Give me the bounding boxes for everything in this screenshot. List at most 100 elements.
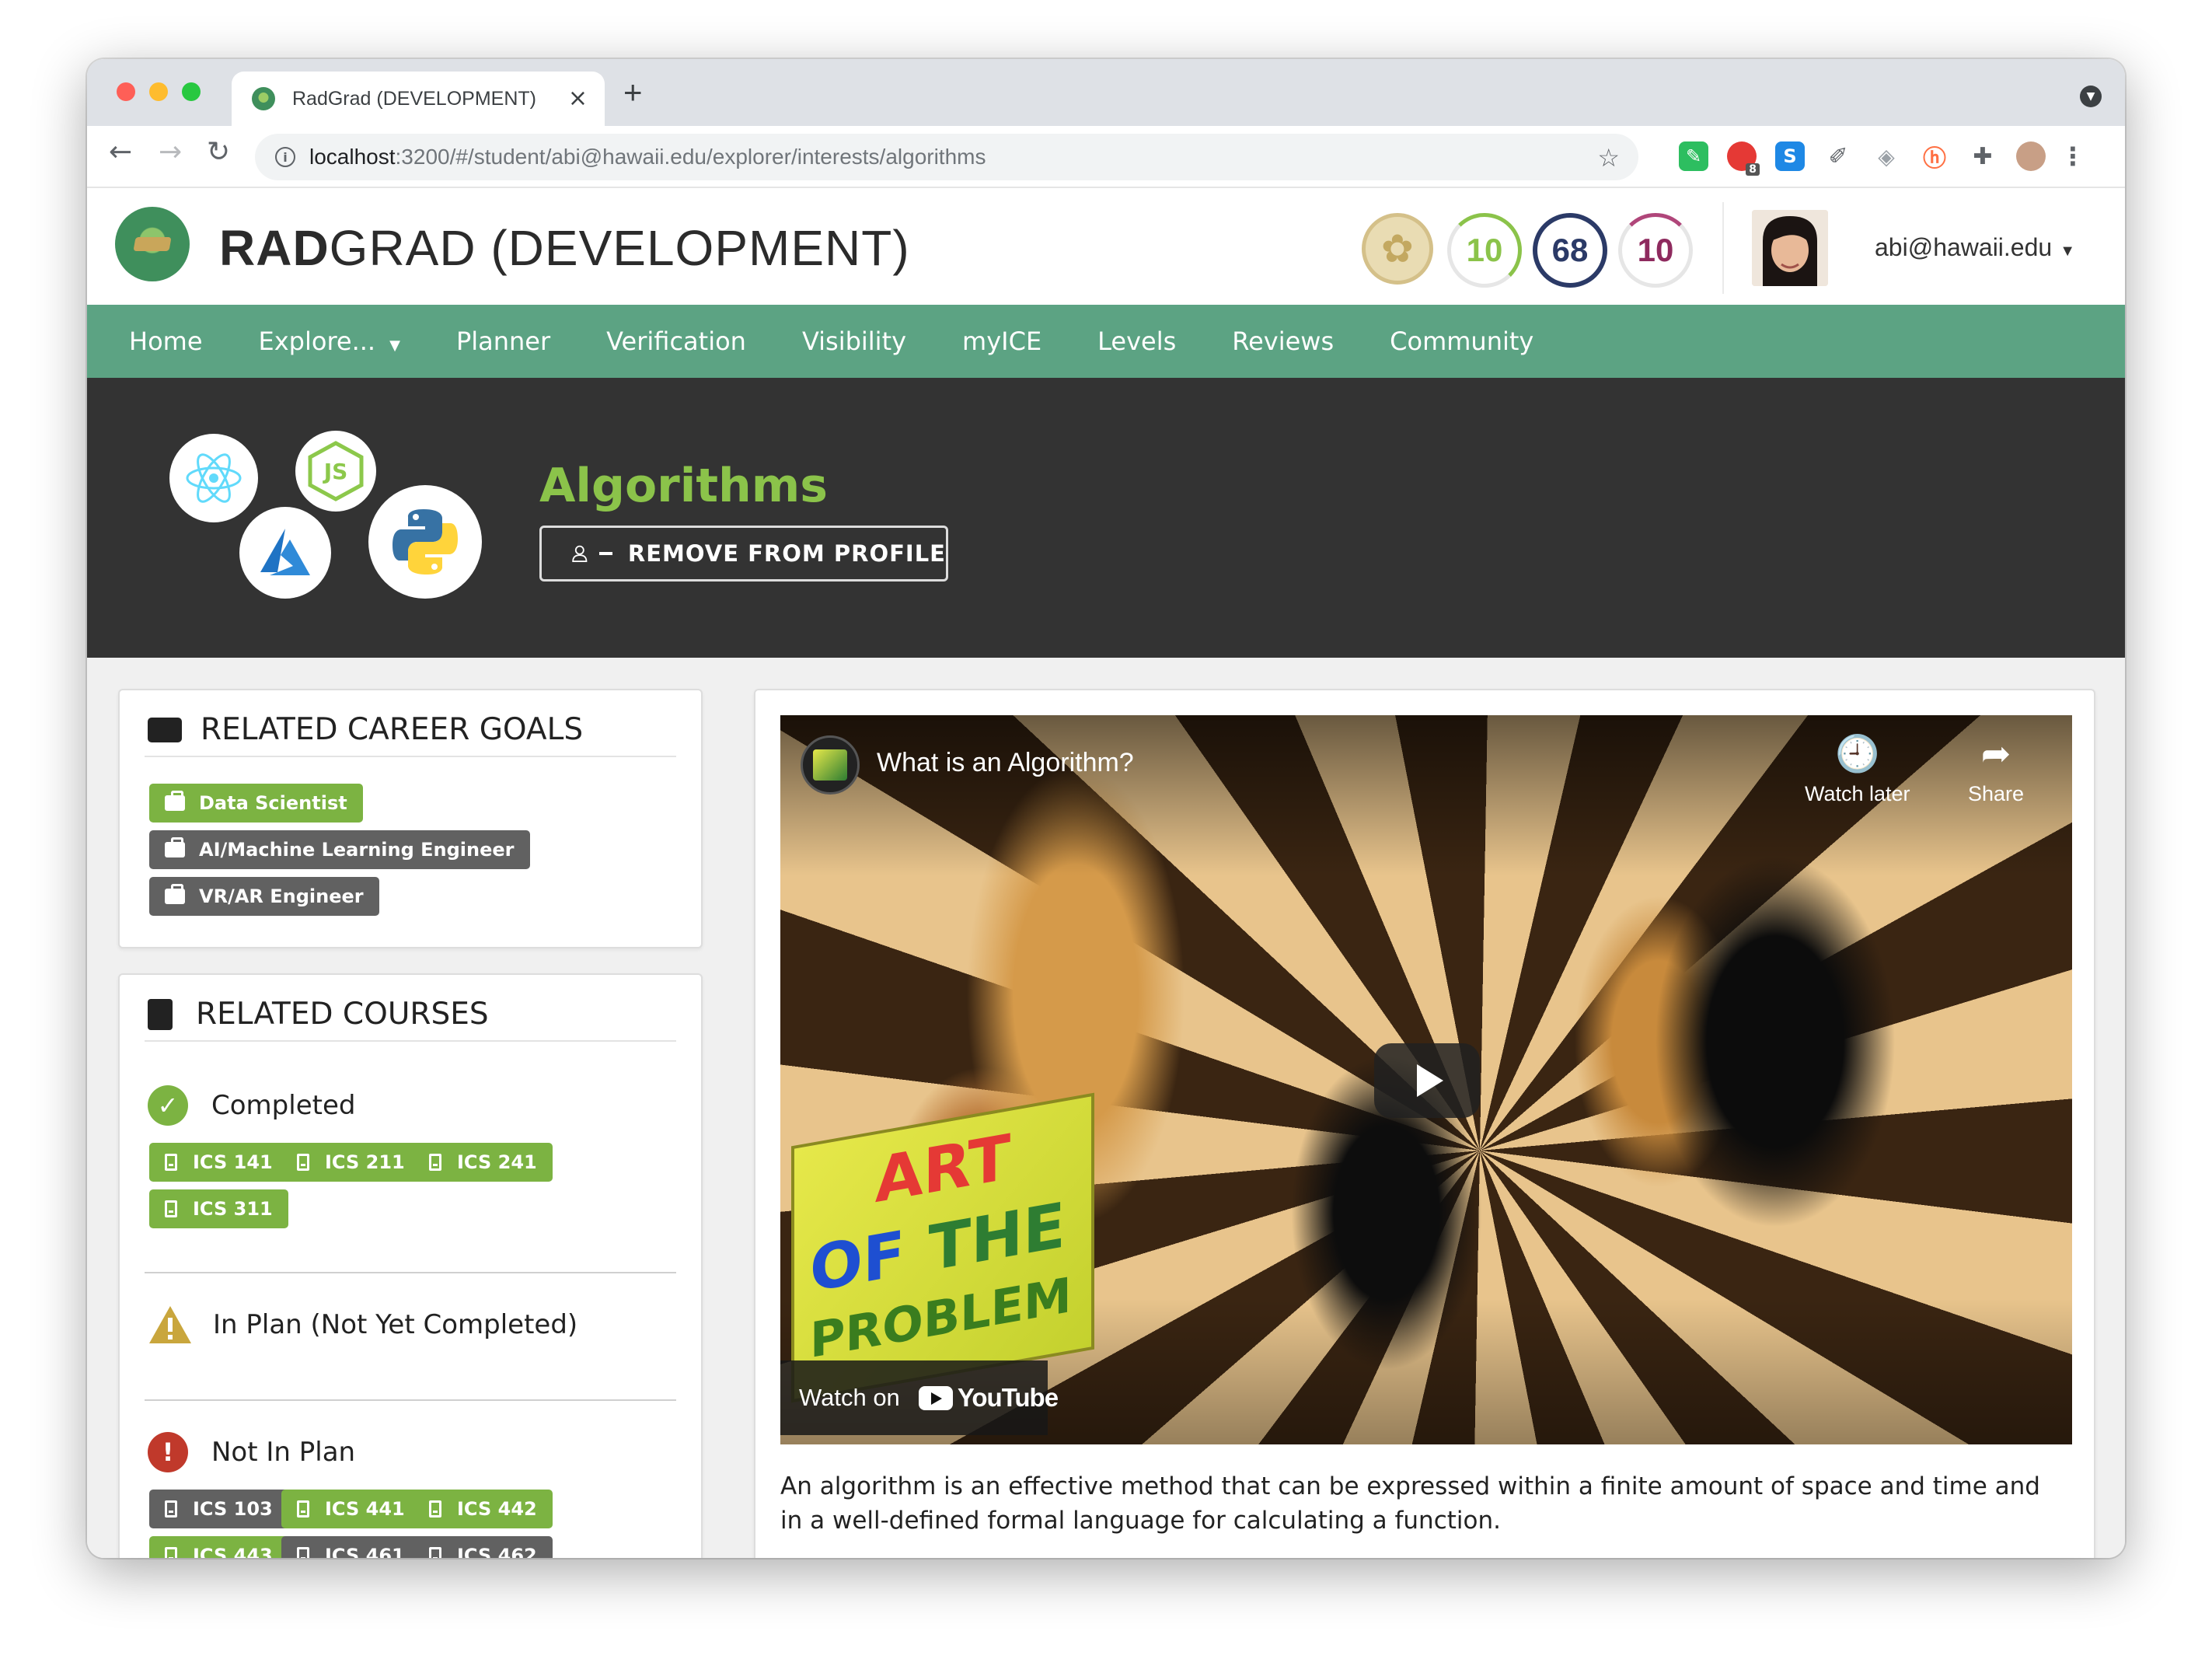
nav-reviews[interactable]: Reviews xyxy=(1232,327,1334,356)
innovation-score-value: 10 xyxy=(1466,232,1503,268)
grad-cap-icon xyxy=(133,237,172,251)
share-button[interactable]: ➦ Share xyxy=(1968,735,2024,806)
nodejs-icon: JS xyxy=(295,431,376,512)
minus-icon xyxy=(598,552,612,555)
content-area: RELATED CAREER GOALS Data Scientist AI/M… xyxy=(87,658,2125,1558)
course-label[interactable]: ICS 442 xyxy=(413,1490,553,1528)
main-nav: Home Explore... ▼ Planner Verification Vi… xyxy=(87,305,2125,378)
tab-search-icon[interactable]: ▼ xyxy=(2080,86,2102,107)
course-label[interactable]: ICS 311 xyxy=(149,1189,288,1228)
reload-icon[interactable]: ↻ xyxy=(207,138,230,166)
course-label[interactable]: ICS 443 xyxy=(149,1536,288,1558)
interest-title: Algorithms xyxy=(539,459,828,513)
radgrad-logo[interactable] xyxy=(115,207,190,281)
competency-score[interactable]: 68 xyxy=(1533,213,1607,288)
course-label[interactable]: ICS 103 xyxy=(149,1490,288,1528)
innovation-score[interactable]: 10 xyxy=(1447,213,1522,288)
youtube-play-icon xyxy=(918,1385,953,1410)
in-plan-label: In Plan (Not Yet Completed) xyxy=(213,1309,578,1340)
interest-banner: JS Algorithms REMOVE FROM PROFILE xyxy=(87,378,2125,658)
app-header: RADGRAD (DEVELOPMENT) ✿ 10 68 10 abi@haw… xyxy=(87,188,2125,305)
nav-visibility[interactable]: Visibility xyxy=(802,327,906,356)
course-label[interactable]: ICS 441 xyxy=(281,1490,420,1528)
career-goal-text: VR/AR Engineer xyxy=(199,885,364,907)
career-goal-label[interactable]: Data Scientist xyxy=(149,784,363,823)
python-icon xyxy=(368,485,482,599)
course-text: ICS 103 xyxy=(193,1498,273,1520)
eyedropper-icon[interactable]: ✐ xyxy=(1823,141,1853,171)
dropdown-caret-icon: ▼ xyxy=(389,337,400,354)
course-text: ICS 311 xyxy=(193,1198,273,1220)
not-in-plan-status: ! Not In Plan xyxy=(148,1432,355,1472)
nav-planner[interactable]: Planner xyxy=(456,327,550,356)
course-label[interactable]: ICS 461 xyxy=(281,1536,420,1558)
youtube-video-player[interactable]: ART OF THE PROBLEM What is an Algorithm?… xyxy=(780,715,2072,1444)
career-goal-text: AI/Machine Learning Engineer xyxy=(199,839,515,861)
zoom-window-button[interactable] xyxy=(182,82,201,101)
nav-myice[interactable]: myICE xyxy=(962,327,1041,356)
azure-icon xyxy=(239,507,331,599)
user-avatar[interactable] xyxy=(1752,210,1828,286)
course-text: ICS 141 xyxy=(193,1151,273,1173)
app-title: RADGRAD (DEVELOPMENT) xyxy=(219,219,910,277)
clock-icon: 🕘 xyxy=(1835,733,1880,774)
channel-avatar[interactable] xyxy=(801,735,860,795)
favicon-icon xyxy=(252,87,275,110)
evernote-icon[interactable]: ✎ xyxy=(1679,141,1708,171)
watch-on-youtube-button[interactable]: Watch on YouTube xyxy=(780,1360,1059,1435)
extension-badge-icon[interactable]: 8 xyxy=(1727,141,1760,176)
career-goal-label[interactable]: AI/Machine Learning Engineer xyxy=(149,830,530,869)
course-text: ICS 441 xyxy=(325,1498,405,1520)
back-icon[interactable]: ← xyxy=(109,138,132,166)
youtube-logo: YouTube xyxy=(918,1383,1059,1413)
url-path: :3200/#/student/abi@hawaii.edu/explorer/… xyxy=(395,145,986,169)
extensions-puzzle-icon[interactable]: ✚ xyxy=(1968,141,1997,171)
dropbox-icon[interactable]: ◈ xyxy=(1872,141,1901,171)
interest-description: An algorithm is an effective method that… xyxy=(780,1472,2040,1535)
bookmark-star-icon[interactable]: ☆ xyxy=(1597,143,1620,173)
address-bar[interactable]: i localhost:3200/#/student/abi@hawaii.ed… xyxy=(255,134,1638,180)
course-text: ICS 461 xyxy=(325,1545,405,1558)
new-tab-button[interactable]: + xyxy=(623,76,643,109)
nav-home[interactable]: Home xyxy=(129,327,203,356)
browser-menu-icon[interactable]: ⋮ xyxy=(2058,141,2088,171)
s-extension-icon[interactable]: S xyxy=(1775,141,1805,171)
nav-explore[interactable]: Explore... ▼ xyxy=(259,327,400,356)
profile-avatar-icon[interactable] xyxy=(2016,141,2046,171)
course-label[interactable]: ICS 141 xyxy=(149,1143,288,1182)
browser-tab[interactable]: RadGrad (DEVELOPMENT) × xyxy=(232,72,605,126)
close-tab-icon[interactable]: × xyxy=(568,87,588,110)
course-text: ICS 442 xyxy=(457,1498,537,1520)
divider xyxy=(145,1040,676,1042)
user-icon xyxy=(572,545,588,562)
play-button[interactable] xyxy=(1374,1043,1480,1118)
user-menu[interactable]: abi@hawaii.edu ▼ xyxy=(1875,233,2075,262)
site-info-icon[interactable]: i xyxy=(275,147,295,167)
channel-logo-icon xyxy=(813,749,847,781)
experience-score[interactable]: 10 xyxy=(1618,213,1693,288)
career-goal-label[interactable]: VR/AR Engineer xyxy=(149,877,379,916)
related-career-goals-card: RELATED CAREER GOALS Data Scientist AI/M… xyxy=(118,689,703,948)
forward-icon[interactable]: → xyxy=(159,138,182,166)
nav-verification[interactable]: Verification xyxy=(606,327,746,356)
art-of-the-problem-cube: ART OF THE PROBLEM xyxy=(791,1092,1094,1403)
warning-icon xyxy=(149,1306,191,1343)
course-label[interactable]: ICS 241 xyxy=(413,1143,553,1182)
nav-levels[interactable]: Levels xyxy=(1097,327,1176,356)
close-window-button[interactable] xyxy=(117,82,135,101)
nav-explore-label: Explore... xyxy=(258,327,376,356)
user-email: abi@hawaii.edu xyxy=(1875,233,2053,261)
course-label[interactable]: ICS 211 xyxy=(281,1143,420,1182)
svg-text:JS: JS xyxy=(323,459,348,484)
video-title[interactable]: What is an Algorithm? xyxy=(877,748,1134,778)
watch-later-button[interactable]: 🕘 Watch later xyxy=(1805,735,1910,806)
minimize-window-button[interactable] xyxy=(149,82,168,101)
react-icon xyxy=(169,434,258,522)
course-label[interactable]: ICS 462 xyxy=(413,1536,553,1558)
caret-down-icon: ▼ xyxy=(2060,243,2075,260)
nav-community[interactable]: Community xyxy=(1390,327,1533,356)
level-medal-icon[interactable]: ✿ xyxy=(1362,213,1433,285)
honey-icon[interactable]: ⓗ xyxy=(1920,141,1949,173)
remove-from-profile-button[interactable]: REMOVE FROM PROFILE xyxy=(539,526,948,582)
book-icon xyxy=(429,1547,441,1558)
